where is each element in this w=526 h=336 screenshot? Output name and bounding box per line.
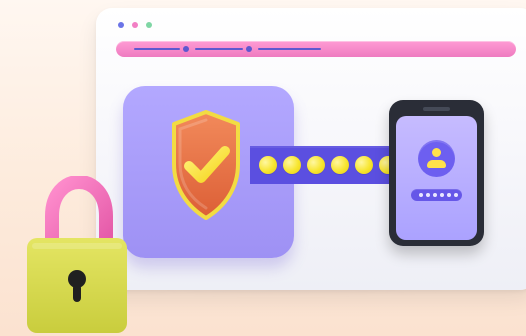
phone-screen <box>396 116 477 240</box>
connection-dot <box>259 156 277 174</box>
address-line-segment <box>134 48 180 50</box>
password-dot <box>440 193 444 197</box>
shield-check-icon <box>172 110 240 220</box>
mobile-device <box>389 100 484 246</box>
window-dot-pink <box>132 22 138 28</box>
password-dot <box>447 193 451 197</box>
window-dot-green <box>146 22 152 28</box>
address-line-segment <box>258 48 321 50</box>
address-node <box>246 46 252 52</box>
password-dot <box>426 193 430 197</box>
phone-speaker <box>423 107 450 111</box>
security-illustration <box>0 0 526 336</box>
connection-strip <box>250 146 398 184</box>
window-controls <box>118 22 152 28</box>
password-dot <box>454 193 458 197</box>
password-dot <box>433 193 437 197</box>
connection-dot <box>283 156 301 174</box>
password-dots <box>419 193 458 197</box>
connection-dot <box>355 156 373 174</box>
address-node <box>183 46 189 52</box>
password-field <box>411 189 462 201</box>
avatar-body <box>427 160 446 168</box>
connection-dot <box>331 156 349 174</box>
avatar-head <box>432 148 441 157</box>
padlock-icon <box>27 176 127 333</box>
user-avatar-icon <box>418 140 455 177</box>
address-bar <box>116 41 516 57</box>
address-line-segment <box>195 48 243 50</box>
connection-dot <box>307 156 325 174</box>
password-dot <box>419 193 423 197</box>
window-dot-blue <box>118 22 124 28</box>
